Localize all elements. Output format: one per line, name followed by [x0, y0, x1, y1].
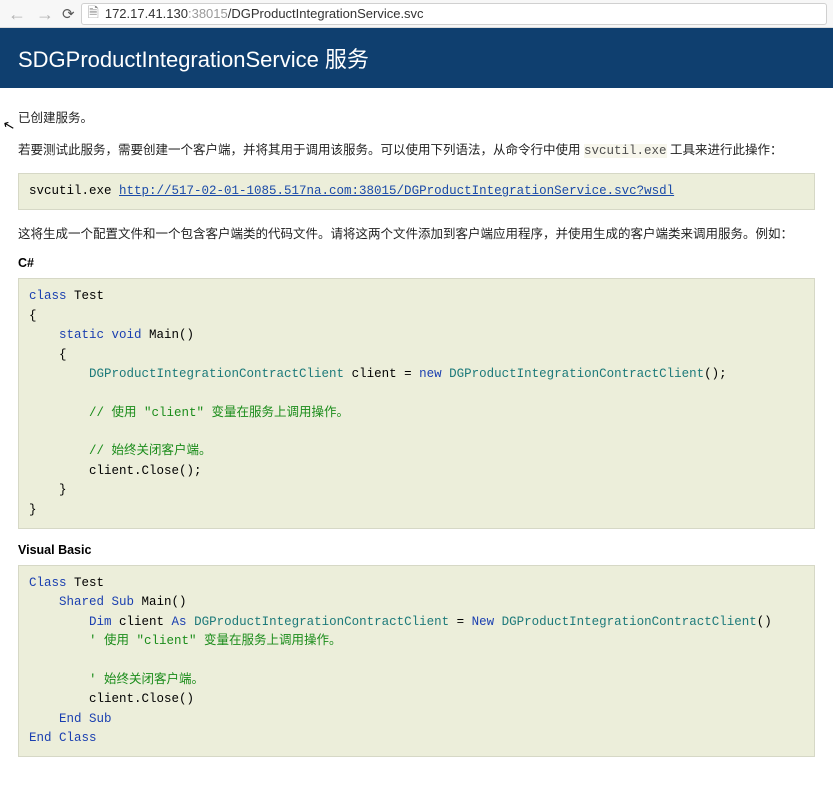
- csharp-code-block: class Test { static void Main() { DGProd…: [18, 278, 815, 529]
- code-token: Test: [67, 576, 105, 590]
- code-token: DGProductIntegrationContractClient: [494, 615, 757, 629]
- page-title: SDGProductIntegrationService 服务: [18, 47, 369, 72]
- url-bar[interactable]: 🗎 172.17.41.130:38015/DGProductIntegrati…: [81, 3, 827, 25]
- code-token: =: [449, 615, 472, 629]
- url-host: 172.17.41.130: [105, 6, 188, 21]
- page-title-banner: SDGProductIntegrationService 服务: [0, 28, 833, 88]
- code-token: {: [29, 309, 37, 323]
- code-token: DGProductIntegrationContractClient: [442, 367, 705, 381]
- svcutil-name: svcutil.exe: [584, 144, 667, 158]
- code-token: [29, 712, 59, 726]
- wsdl-link[interactable]: http://517-02-01-1085.517na.com:38015/DG…: [119, 184, 674, 198]
- code-token: class: [29, 289, 67, 303]
- code-token: // 始终关闭客户端。: [89, 444, 212, 458]
- followup-paragraph: 这将生成一个配置文件和一个包含客户端类的代码文件。请将这两个文件添加到客户端应用…: [18, 224, 815, 244]
- code-token: {: [29, 348, 67, 362]
- intro-suffix: 工具来进行此操作：: [667, 143, 783, 157]
- code-token: Class: [29, 576, 67, 590]
- url-text: 172.17.41.130:38015/DGProductIntegration…: [105, 6, 424, 21]
- code-token: ();: [704, 367, 727, 381]
- code-token: // 使用 "client" 变量在服务上调用操作。: [89, 406, 349, 420]
- reload-icon[interactable]: ⟳: [62, 5, 75, 23]
- status-created: 已创建服务。: [18, 108, 815, 128]
- content-area: 已创建服务。 ↖ 若要测试此服务，需要创建一个客户端，并将其用于调用该服务。可以…: [0, 88, 833, 785]
- svcutil-cmd: svcutil.exe: [29, 184, 119, 198]
- code-token: New: [472, 615, 495, 629]
- cursor-icon: ↖: [1, 116, 17, 135]
- code-token: Test: [67, 289, 105, 303]
- svcutil-command-block: svcutil.exe http://517-02-01-1085.517na.…: [18, 173, 815, 210]
- browser-toolbar: ← → ⟳ 🗎 172.17.41.130:38015/DGProductInt…: [0, 0, 833, 28]
- code-token: ' 始终关闭客户端。: [89, 673, 204, 687]
- code-token: Main(): [142, 328, 195, 342]
- code-token: Shared Sub: [59, 595, 134, 609]
- code-token: client: [112, 615, 172, 629]
- vb-label: Visual Basic: [18, 543, 815, 557]
- code-token: }: [29, 483, 67, 497]
- code-token: End Class: [29, 731, 97, 745]
- forward-icon[interactable]: →: [34, 5, 56, 23]
- code-token: DGProductIntegrationContractClient: [194, 615, 449, 629]
- code-token: [29, 615, 89, 629]
- code-token: [29, 367, 89, 381]
- code-token: [187, 615, 195, 629]
- code-token: [29, 444, 89, 458]
- code-token: [29, 406, 89, 420]
- code-token: static void: [59, 328, 142, 342]
- intro-prefix: 若要测试此服务，需要创建一个客户端，并将其用于调用该服务。可以使用下列语法，从命…: [18, 143, 584, 157]
- intro-paragraph: 若要测试此服务，需要创建一个客户端，并将其用于调用该服务。可以使用下列语法，从命…: [18, 140, 815, 161]
- code-token: Dim: [89, 615, 112, 629]
- code-token: [29, 328, 59, 342]
- code-token: DGProductIntegrationContractClient: [89, 367, 344, 381]
- vb-code-block: Class Test Shared Sub Main() Dim client …: [18, 565, 815, 757]
- back-icon[interactable]: ←: [6, 5, 28, 23]
- code-token: [29, 634, 89, 648]
- url-port: :38015: [188, 6, 228, 21]
- code-token: client.Close();: [29, 464, 202, 478]
- code-token: client.Close(): [29, 692, 194, 706]
- code-token: [29, 673, 89, 687]
- page-icon: 🗎: [88, 2, 99, 26]
- url-path: /DGProductIntegrationService.svc: [228, 6, 424, 21]
- code-token: ' 使用 "client" 变量在服务上调用操作。: [89, 634, 342, 648]
- code-token: Main(): [134, 595, 187, 609]
- code-token: new: [419, 367, 442, 381]
- code-token: }: [29, 503, 37, 517]
- code-token: (): [757, 615, 772, 629]
- code-token: client =: [344, 367, 419, 381]
- code-token: As: [172, 615, 187, 629]
- code-token: [29, 595, 59, 609]
- code-token: End Sub: [59, 712, 112, 726]
- csharp-label: C#: [18, 256, 815, 270]
